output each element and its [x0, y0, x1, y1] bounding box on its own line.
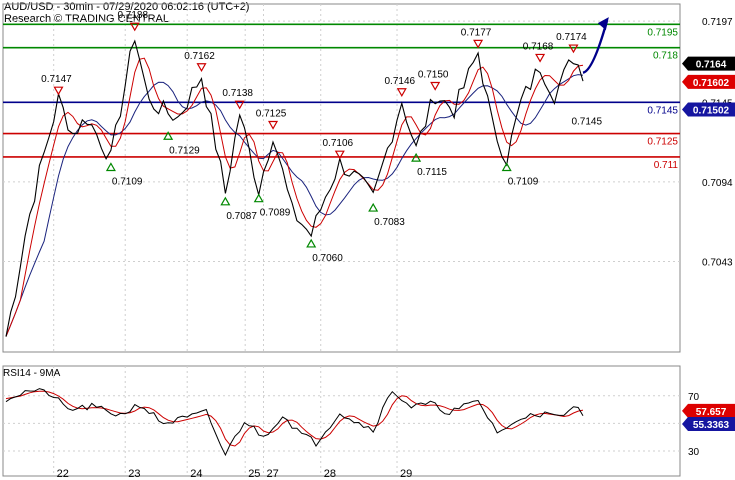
rsi-ma-line — [5, 390, 584, 447]
annotation-label: 0.7089 — [260, 208, 291, 219]
trough-marker — [306, 238, 317, 248]
annotation-label: 0.7145 — [571, 116, 602, 127]
peak-marker — [196, 63, 207, 72]
annotation-label: 0.7147 — [41, 74, 72, 85]
peak-marker — [535, 53, 546, 63]
annotation-label: 0.7129 — [169, 145, 200, 156]
peak-marker — [268, 120, 279, 130]
annotation-label: 0.7125 — [256, 109, 287, 120]
x-tick-label: 23 — [128, 468, 140, 480]
annotation-label: 0.7146 — [384, 76, 415, 87]
annotation-label: 0.7162 — [184, 51, 215, 62]
rsi-y-tick-label: 70 — [688, 392, 700, 403]
price-tag-label: 0.71502 — [693, 106, 730, 117]
annotation-label: 0.7177 — [461, 27, 492, 38]
level-label: 0.718 — [653, 51, 678, 62]
price-tag-label: 0.71602 — [693, 78, 730, 89]
annotation-label: 0.7188 — [117, 10, 148, 21]
x-tick-label: 29 — [400, 468, 412, 480]
x-tick-label: 22 — [57, 468, 69, 480]
level-label: 0.7195 — [647, 27, 678, 38]
y-tick-label: 0.7094 — [702, 178, 733, 189]
annotation-label: 0.7083 — [374, 217, 405, 228]
rsi-line — [5, 388, 584, 457]
trough-marker — [220, 196, 231, 206]
level-label: 0.711 — [654, 160, 679, 171]
peak-marker — [473, 39, 484, 49]
chart-canvas: 22 23 24 25 27 28 29 0.7197 0.7145 0.7094 0.7043 70… — [2, 3, 735, 480]
trough-marker — [501, 162, 512, 172]
annotation-label: 0.7150 — [418, 70, 449, 81]
price-tag-label: 0.7164 — [696, 60, 727, 71]
y-tick-label: 0.7043 — [702, 257, 733, 268]
annotation-label: 0.7138 — [222, 88, 253, 99]
peak-marker — [396, 88, 407, 97]
ma-fast-line — [5, 57, 584, 337]
annotation-label: 0.7106 — [323, 138, 354, 149]
annotation-label: 0.7087 — [226, 211, 257, 222]
ma-slow-line — [5, 74, 584, 337]
forecast-arrowhead — [597, 17, 609, 31]
x-tick-label: 28 — [324, 468, 336, 480]
rsi-price-tag-label: 55.3363 — [693, 420, 730, 431]
trough-marker — [253, 193, 264, 203]
annotation-label: 0.7109 — [508, 176, 539, 187]
x-tick-label: 24 — [190, 468, 202, 480]
y-tick-label: 0.7197 — [702, 17, 733, 28]
rsi-price-tag-label: 57.657 — [696, 407, 727, 418]
level-label: 0.7145 — [647, 105, 678, 116]
annotation-label: 0.7060 — [312, 253, 343, 264]
x-tick-label: 27 — [267, 468, 279, 480]
price-panel-frame — [2, 3, 681, 353]
annotation-label: 0.7174 — [556, 32, 587, 43]
trough-marker — [105, 162, 116, 172]
trough-marker — [368, 202, 379, 212]
annotation-label: 0.7109 — [112, 176, 143, 187]
peak-marker — [430, 81, 441, 91]
rsi-y-tick-label: 30 — [688, 447, 700, 458]
level-label: 0.7125 — [647, 137, 678, 148]
peak-marker — [53, 86, 64, 96]
peak-marker — [568, 44, 579, 54]
rsi-panel-frame — [2, 365, 681, 477]
x-tick-label: 25 — [248, 468, 260, 480]
annotation-label: 0.7115 — [417, 167, 447, 178]
annotation-label: 0.7168 — [523, 41, 554, 52]
